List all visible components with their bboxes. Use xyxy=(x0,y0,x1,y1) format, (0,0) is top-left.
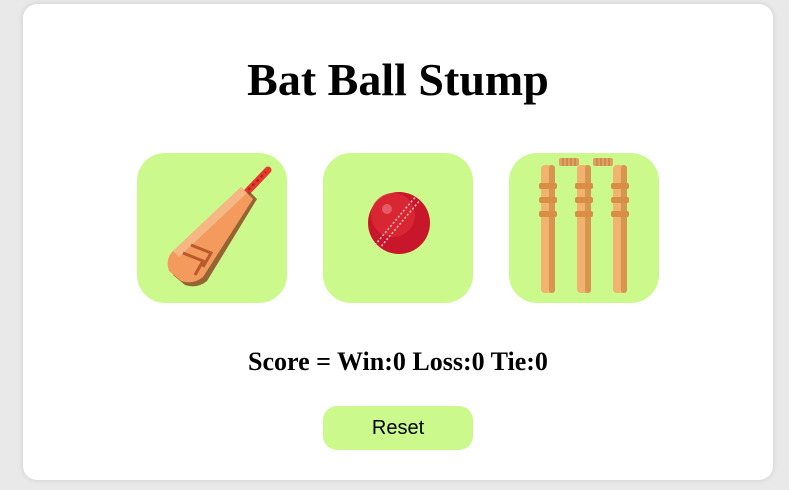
cricket-stumps-icon xyxy=(539,158,629,293)
reset-button[interactable]: Reset xyxy=(323,406,473,450)
cricket-bat-icon xyxy=(167,166,272,287)
ball-button[interactable] xyxy=(323,153,473,303)
page-title: Bat Ball Stump xyxy=(247,54,549,105)
cricket-ball-icon xyxy=(368,192,430,254)
stump-button[interactable] xyxy=(509,153,659,303)
game-card: Bat Ball Stump Score = Win:0 Loss:0 Tie:… xyxy=(23,4,773,480)
score-display: Score = Win:0 Loss:0 Tie:0 xyxy=(248,347,548,376)
bat-button[interactable] xyxy=(137,153,287,303)
